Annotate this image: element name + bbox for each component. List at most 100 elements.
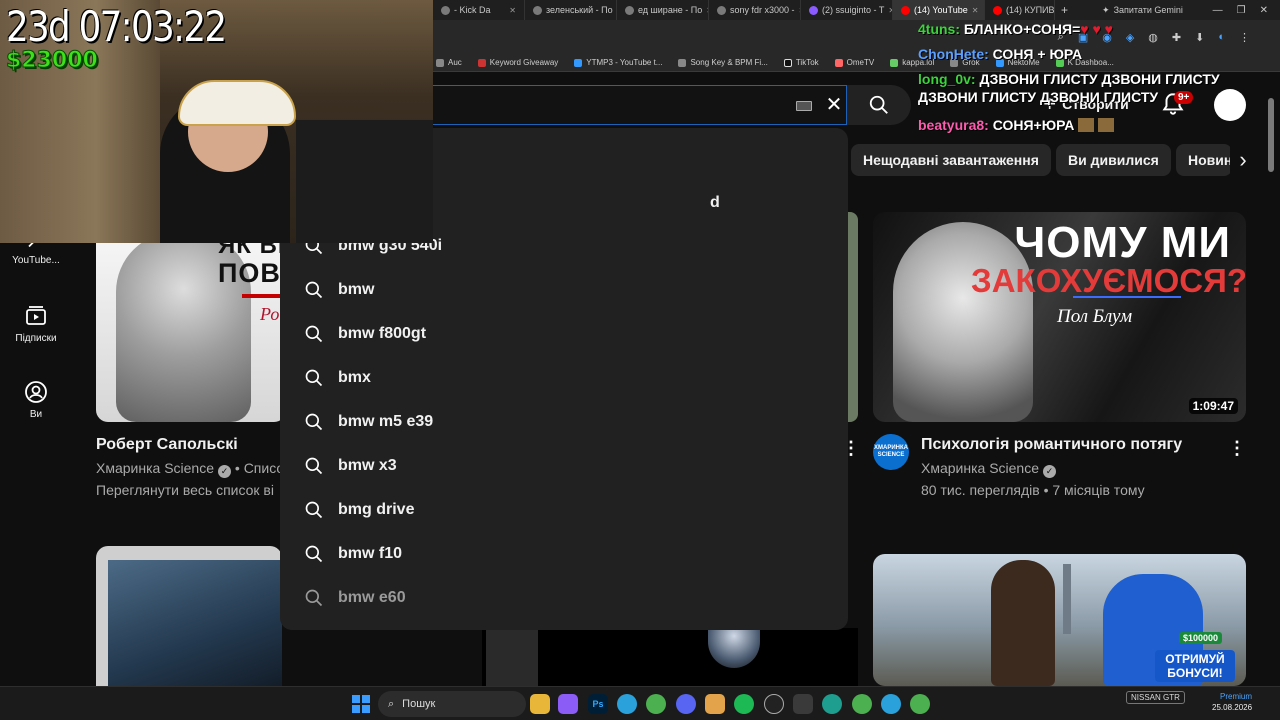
extensions-puzzle-icon[interactable]: ✚	[1172, 31, 1181, 44]
video-thumbnail[interactable]	[482, 628, 858, 686]
bookmark[interactable]: Song Key & BPM Fi...	[678, 58, 768, 67]
clear-search-icon[interactable]: ✕	[821, 92, 847, 118]
chat-message: beatyura8: СОНЯ+ЮРА	[918, 116, 1115, 134]
chip-recent-uploads[interactable]: Нещодавні завантаження	[851, 144, 1051, 176]
tray-notification[interactable]: NISSAN GTR	[1126, 691, 1185, 704]
suggestion-label: bmx	[338, 369, 371, 386]
suggestion-partial[interactable]: d	[710, 194, 720, 212]
suggestion-item[interactable]: bmw x3	[280, 444, 848, 488]
close-icon[interactable]: ✕	[972, 6, 979, 15]
downloads-icon[interactable]: ⬇	[1195, 31, 1204, 44]
app-icon[interactable]	[822, 694, 842, 714]
suggestion-item[interactable]: bmw e60	[280, 576, 848, 620]
telegram-icon[interactable]	[881, 694, 901, 714]
chevron-right-icon[interactable]: ›	[1230, 144, 1256, 176]
bookmark[interactable]: OmeTV	[834, 58, 874, 67]
video-thumbnail[interactable]	[96, 546, 282, 686]
video-channel-line[interactable]: Хмаринка Science ✓ • Списо	[96, 460, 284, 478]
bookmark[interactable]: TikTok	[783, 58, 819, 67]
obs-icon[interactable]	[764, 694, 784, 714]
date-label: 25.08.2026	[1212, 703, 1253, 712]
suggestion-item[interactable]: bmw f800gt	[280, 312, 848, 356]
minimize-icon[interactable]: —	[1213, 5, 1223, 16]
search-icon	[305, 457, 323, 475]
menu-kebab-icon[interactable]: ⋮	[1239, 31, 1250, 44]
chrome-icon[interactable]	[852, 694, 872, 714]
chat-text: БЛАНКО+СОНЯ=	[963, 21, 1081, 37]
app-icon[interactable]	[558, 694, 578, 714]
windows-start-icon[interactable]	[352, 695, 370, 713]
gemini-button[interactable]: ✦ Запитати Gemini	[1102, 5, 1183, 16]
file-explorer-icon[interactable]	[530, 694, 550, 714]
bookmark[interactable]: Keyword Giveaway	[477, 58, 558, 67]
chrome-icon[interactable]	[910, 694, 930, 714]
bookmark-icon	[834, 58, 843, 67]
sidebar-item-subscriptions[interactable]: Підписки	[0, 304, 72, 344]
webcam-overlay: 23d 07:03:22 $23000	[0, 0, 433, 243]
tab-label: - Kick Da	[454, 5, 491, 15]
maximize-icon[interactable]: ❐	[1237, 5, 1246, 16]
taskbar-search[interactable]: ⌕ Пошук	[378, 691, 526, 717]
thumbnail-text: Ро	[260, 304, 280, 324]
video-channel-line[interactable]: Хмаринка Science ✓	[921, 460, 1057, 478]
search-icon	[305, 589, 323, 607]
browser-tab[interactable]: sony fdr x3000 -✕	[709, 0, 801, 20]
channel-avatar[interactable]: ХМАРИНКА SCIENCE	[873, 434, 909, 470]
video-title[interactable]: Роберт Сапольскі	[96, 436, 238, 454]
chat-username: long_0v:	[918, 71, 976, 87]
extension-icon[interactable]: ◍	[1148, 31, 1158, 44]
sidebar-item-label: Ви	[29, 409, 43, 420]
bookmark-label: YTMP3 - YouTube t...	[586, 58, 663, 67]
telegram-icon[interactable]	[617, 694, 637, 714]
suggestion-item[interactable]: bmg drive	[280, 488, 848, 532]
photoshop-icon[interactable]: Ps	[588, 694, 608, 714]
spotify-icon[interactable]	[734, 694, 754, 714]
browser-tab[interactable]: (2) ssuiginto - T✕	[801, 0, 893, 20]
video-title[interactable]: Психологія романтичного потягу	[921, 436, 1182, 454]
suggestion-label: bmw	[338, 281, 375, 298]
suggestion-item[interactable]: bmx	[280, 356, 848, 400]
chip-watched[interactable]: Ви дивилися	[1056, 144, 1171, 176]
subscriptions-icon	[26, 306, 46, 325]
bookmark-label: Auc	[448, 58, 462, 67]
tab-label: ед ширане - По	[638, 5, 703, 15]
app-icon[interactable]	[705, 694, 725, 714]
discord-icon[interactable]	[676, 694, 696, 714]
browser-tab-active[interactable]: (14) YouTube ✕	[893, 0, 985, 20]
close-window-icon[interactable]: ✕	[1260, 5, 1268, 16]
channel-name: Хмаринка Science	[96, 460, 215, 476]
tab-favicon-icon	[441, 5, 450, 15]
chip-new[interactable]: Новин	[1176, 144, 1232, 176]
browser-tab[interactable]: (14) КУПИВ С	[985, 0, 1055, 20]
chip-label: Ви дивилися	[1068, 152, 1159, 168]
profile-icon[interactable]: ◐	[1218, 31, 1225, 43]
browser-tab[interactable]: ед ширане - По✕	[617, 0, 709, 20]
suggestion-item[interactable]: bmw	[280, 268, 848, 312]
playlist-link[interactable]: Переглянути весь список ві	[96, 482, 274, 498]
bookmark[interactable]: Auc	[436, 58, 462, 67]
bookmark-icon	[436, 58, 444, 67]
video-thumbnail[interactable]: ЧОМУ МИ ЗАКОХУЄМОСЯ? Пол Блум 1:09:47	[873, 212, 1246, 422]
chrome-icon[interactable]	[646, 694, 666, 714]
suggestion-item[interactable]: bmw f10	[280, 532, 848, 576]
keyboard-icon[interactable]	[796, 101, 812, 111]
browser-tab[interactable]: - Kick Da ✕	[433, 0, 525, 20]
search-button[interactable]	[847, 85, 911, 125]
video-thumbnail[interactable]: ЯК ВІ ПОВ Ро	[96, 212, 286, 422]
tab-label: зеленський - По	[546, 5, 613, 15]
more-actions-icon[interactable]: ⋮	[1228, 438, 1246, 458]
close-icon[interactable]: ✕	[509, 6, 516, 15]
chat-username: ChonHete:	[918, 46, 989, 62]
suggestion-item[interactable]: bmw m5 e39	[280, 400, 848, 444]
new-tab-icon[interactable]: +	[1055, 3, 1074, 17]
taskbar-clock[interactable]: Premium 25.08.2026	[1212, 691, 1252, 713]
browser-tab[interactable]: зеленський - По✕	[525, 0, 617, 20]
video-thumbnail[interactable]: $100000 ОТРИМУЙ БОНУСИ!	[873, 554, 1246, 686]
app-icon[interactable]	[793, 694, 813, 714]
extension-icon[interactable]: ◈	[1126, 31, 1134, 44]
page-scrollbar[interactable]	[1268, 98, 1274, 172]
bookmark[interactable]: YTMP3 - YouTube t...	[574, 58, 662, 67]
chat-message: long_0v: ДЗВОНИ ГЛИСТУ ДЗВОНИ ГЛИСТУ ДЗВ…	[918, 70, 1280, 106]
sidebar-item-you[interactable]: Ви	[0, 380, 72, 420]
youtube-favicon-icon	[993, 5, 1002, 15]
